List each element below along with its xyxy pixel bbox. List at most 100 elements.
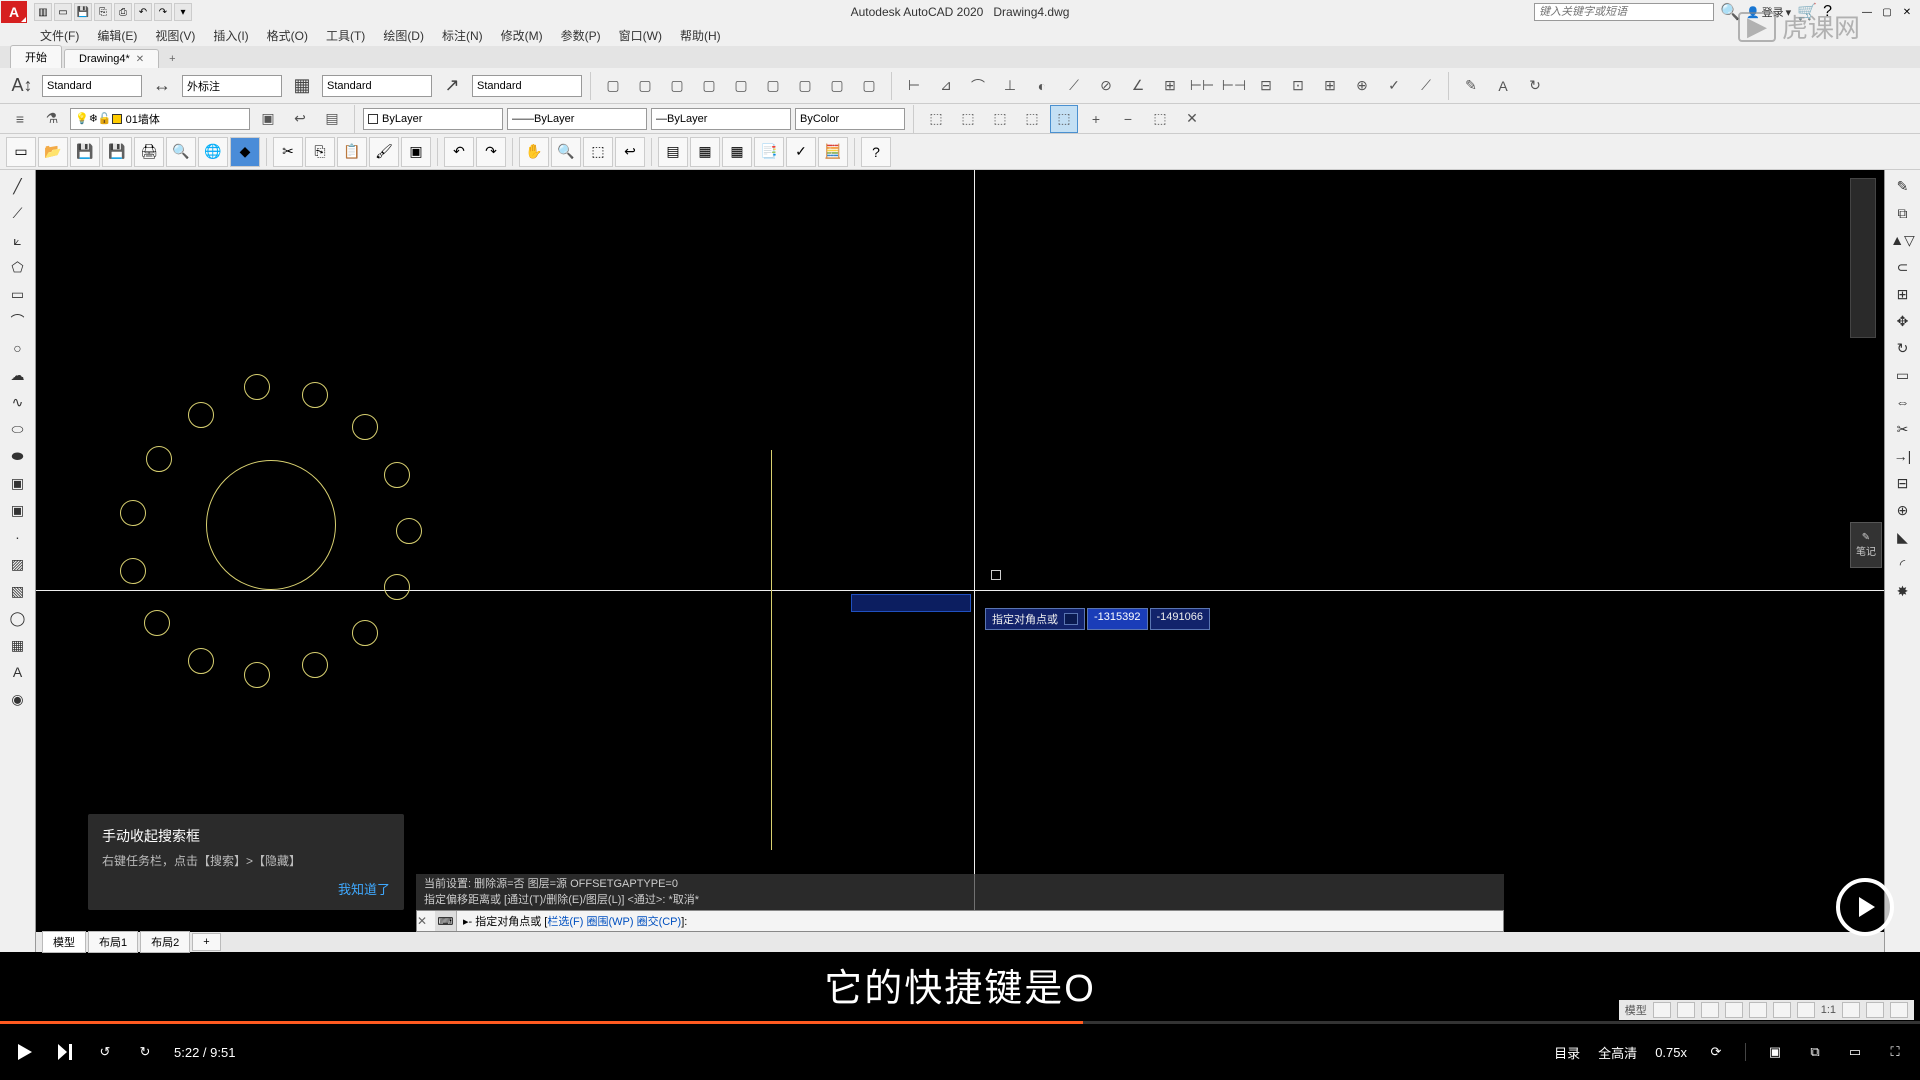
- menu-window[interactable]: 窗口(W): [619, 27, 662, 44]
- designcenter-icon[interactable]: ▦: [690, 137, 720, 167]
- fullscreen-icon[interactable]: ⛶: [1884, 1041, 1906, 1063]
- dim-diameter-icon[interactable]: ⊘: [1092, 72, 1120, 100]
- next-button[interactable]: [54, 1041, 76, 1063]
- menu-edit[interactable]: 编辑(E): [97, 27, 137, 44]
- array-icon[interactable]: ⊞: [1891, 282, 1915, 306]
- tab-layout2[interactable]: 布局2: [140, 931, 190, 953]
- dim-break-icon[interactable]: ⊡: [1284, 72, 1312, 100]
- trim-icon[interactable]: ✂: [1891, 417, 1915, 441]
- mleader-style-icon[interactable]: ↗: [436, 71, 468, 101]
- table-style-icon[interactable]: ▦: [286, 71, 318, 101]
- zoom-extents-icon[interactable]: ✕: [1178, 105, 1206, 133]
- dyn-y-input[interactable]: -1491066: [1150, 608, 1211, 630]
- mirror-icon[interactable]: ▲▽: [1891, 228, 1915, 252]
- tab-close-icon[interactable]: ✕: [136, 54, 144, 65]
- table-style-combo[interactable]: Standard: [322, 75, 432, 97]
- zoom-dynamic-icon[interactable]: ⬚: [954, 105, 982, 133]
- pip-icon[interactable]: ⧉: [1804, 1041, 1826, 1063]
- dim-style-icon[interactable]: ↔: [146, 71, 178, 101]
- hatch-icon[interactable]: ▨: [6, 552, 30, 576]
- dim-jogline-icon[interactable]: ⟋: [1412, 72, 1440, 100]
- paste-icon[interactable]: 📋: [337, 137, 367, 167]
- tab-current[interactable]: Drawing4*✕: [64, 49, 159, 68]
- chamfer-icon[interactable]: ◣: [1891, 525, 1915, 549]
- tab-layout1[interactable]: 布局1: [88, 931, 138, 953]
- dual-view-icon[interactable]: ▣: [1764, 1041, 1786, 1063]
- tab-layout-add[interactable]: +: [192, 933, 220, 951]
- help2-icon[interactable]: ?: [861, 137, 891, 167]
- dim-tolerance-icon[interactable]: ⊞: [1316, 72, 1344, 100]
- circle-icon[interactable]: ○: [6, 336, 30, 360]
- table-icon[interactable]: ▦: [6, 633, 30, 657]
- status-polar-icon[interactable]: [1725, 1002, 1743, 1018]
- mtext-icon[interactable]: A: [6, 660, 30, 684]
- open-icon[interactable]: 📂: [38, 137, 68, 167]
- revcloud-icon[interactable]: ☁: [6, 363, 30, 387]
- tab-start[interactable]: 开始: [10, 45, 62, 68]
- menu-format[interactable]: 格式(O): [267, 27, 308, 44]
- spline-icon[interactable]: ∿: [6, 390, 30, 414]
- tab-model[interactable]: 模型: [42, 931, 86, 953]
- layer6-icon[interactable]: ▢: [759, 72, 787, 100]
- layer5-icon[interactable]: ▢: [727, 72, 755, 100]
- zoom-object-icon[interactable]: ⬚: [1050, 105, 1078, 133]
- cut-icon[interactable]: ✂: [273, 137, 303, 167]
- lineweight-combo[interactable]: — ByLayer: [651, 108, 791, 130]
- undo-icon[interactable]: ↶: [444, 137, 474, 167]
- status-osnap-icon[interactable]: [1749, 1002, 1767, 1018]
- save-icon[interactable]: 💾: [70, 137, 100, 167]
- menu-file[interactable]: 文件(F): [40, 27, 79, 44]
- blockeditor-icon[interactable]: ▣: [401, 137, 431, 167]
- dim-aligned-icon[interactable]: ⊿: [932, 72, 960, 100]
- text-style-icon[interactable]: A↕: [6, 71, 38, 101]
- dim-style-combo[interactable]: 外标注: [182, 75, 282, 97]
- menu-help[interactable]: 帮助(H): [680, 27, 721, 44]
- layer-filter-icon[interactable]: ⚗: [38, 105, 66, 133]
- dim-linear-icon[interactable]: ⊢: [900, 72, 928, 100]
- status-snap-icon[interactable]: [1677, 1002, 1695, 1018]
- menu-insert[interactable]: 插入(I): [213, 27, 248, 44]
- layer8-icon[interactable]: ▢: [823, 72, 851, 100]
- canvas[interactable]: 指定对角点或 -1315392 -1491066 ✎笔记 手动收起搜索框 右键任…: [36, 170, 1884, 952]
- status-clean-icon[interactable]: [1866, 1002, 1884, 1018]
- qat-more-icon[interactable]: ▾: [174, 3, 192, 21]
- zoom-out-icon[interactable]: −: [1114, 105, 1142, 133]
- markup-icon[interactable]: ✓: [786, 137, 816, 167]
- layer-make-current-icon[interactable]: ▣: [254, 105, 282, 133]
- rotate-icon[interactable]: ↻: [1891, 336, 1915, 360]
- zoom-center-icon[interactable]: ⬚: [1018, 105, 1046, 133]
- qat-undo-icon[interactable]: ↶: [134, 3, 152, 21]
- status-scale[interactable]: 1:1: [1821, 1004, 1836, 1016]
- status-gear-icon[interactable]: [1842, 1002, 1860, 1018]
- color-combo[interactable]: ByLayer: [363, 108, 503, 130]
- cmd-close-icon[interactable]: ✕: [417, 914, 435, 928]
- qat-saveas-icon[interactable]: ⎘: [94, 3, 112, 21]
- dim-jogged-icon[interactable]: ⟋: [1060, 72, 1088, 100]
- insert-icon[interactable]: ▣: [6, 471, 30, 495]
- publish-icon[interactable]: 🌐: [198, 137, 228, 167]
- gradient-icon[interactable]: ▧: [6, 579, 30, 603]
- zoom-window2-icon[interactable]: ⬚: [583, 137, 613, 167]
- plotpreview-icon[interactable]: 🔍: [166, 137, 196, 167]
- play-button[interactable]: [14, 1041, 36, 1063]
- back15-icon[interactable]: ↺: [94, 1041, 116, 1063]
- makeblock-icon[interactable]: ▣: [6, 498, 30, 522]
- layer4-icon[interactable]: ▢: [695, 72, 723, 100]
- matchprop-icon[interactable]: 🖌: [369, 137, 399, 167]
- properties-icon[interactable]: ▤: [658, 137, 688, 167]
- plotstyle-combo[interactable]: ByColor: [795, 108, 905, 130]
- xline-icon[interactable]: ⟋: [6, 201, 30, 225]
- status-grid-icon[interactable]: [1653, 1002, 1671, 1018]
- speed-button[interactable]: 0.75x: [1655, 1045, 1687, 1060]
- quickcalc-icon[interactable]: 🧮: [818, 137, 848, 167]
- 3ddwf-icon[interactable]: ◆: [230, 137, 260, 167]
- menu-modify[interactable]: 修改(M): [501, 27, 543, 44]
- join-icon[interactable]: ⊕: [1891, 498, 1915, 522]
- status-lwt-icon[interactable]: [1797, 1002, 1815, 1018]
- polygon-icon[interactable]: ⬠: [6, 255, 30, 279]
- dim-inspect-icon[interactable]: ✓: [1380, 72, 1408, 100]
- menu-param[interactable]: 参数(P): [561, 27, 601, 44]
- loop-icon[interactable]: ⟳: [1705, 1041, 1727, 1063]
- toolpalettes-icon[interactable]: ▦: [722, 137, 752, 167]
- dim-textedit-icon[interactable]: A: [1489, 72, 1517, 100]
